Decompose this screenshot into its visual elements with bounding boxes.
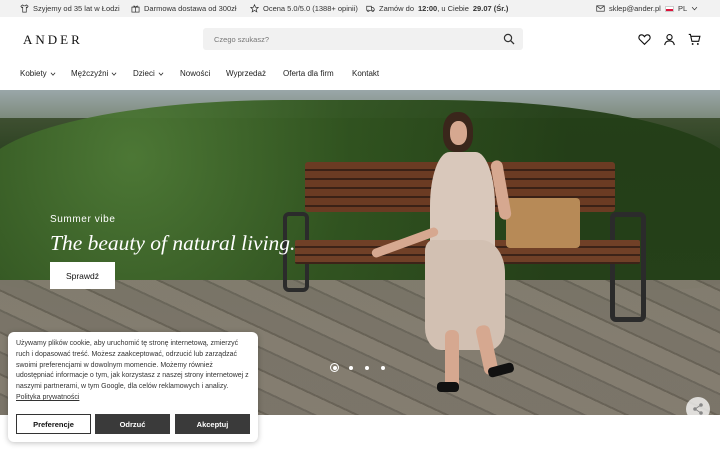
chevron-down-icon xyxy=(50,72,56,76)
cart-button[interactable] xyxy=(688,33,701,46)
topbar-item-order: Zamów do 12:00, u Ciebie 29.07 (Śr.) xyxy=(366,0,508,17)
chevron-down-icon xyxy=(158,72,164,76)
hero-cta-button[interactable]: Sprawdź xyxy=(50,262,115,289)
topbar-text-rating: Ocena 5.0/5.0 (1388+ opinii) xyxy=(263,4,358,13)
slider-dots xyxy=(330,363,387,372)
nav-label: Nowości xyxy=(180,69,211,78)
shirt-icon xyxy=(20,4,29,13)
topbar-text-sewing: Szyjemy od 35 lat w Łodzi xyxy=(33,4,120,13)
topbar-text-delivery: Darmowa dostawa od 300zł xyxy=(144,4,237,13)
search-input[interactable] xyxy=(203,28,493,50)
account-button[interactable] xyxy=(663,33,676,46)
main-navigation: Kobiety Mężczyźni Dzieci Nowości Wyprzed… xyxy=(0,63,720,89)
slider-dot[interactable] xyxy=(362,363,371,372)
cart-icon xyxy=(688,33,701,45)
model-leg xyxy=(445,330,459,390)
cookie-reject-button[interactable]: Odrzuć xyxy=(95,414,170,434)
search-icon[interactable] xyxy=(503,33,515,45)
chevron-down-icon xyxy=(111,72,117,76)
heart-icon xyxy=(638,34,651,46)
topbar-text-order-prefix: Zamów do xyxy=(379,4,415,13)
slider-dot[interactable] xyxy=(378,363,387,372)
cookie-text-block: Używamy plików cookie, aby uruchomić tę … xyxy=(16,339,252,404)
topbar-text-order-mid: , u Ciebie xyxy=(437,4,469,13)
top-info-bar: Szyjemy od 35 lat w Łodzi Darmowa dostaw… xyxy=(0,0,720,17)
header-icons xyxy=(638,33,701,46)
nav-label: Oferta dla firm xyxy=(283,69,334,78)
cookie-text: Używamy plików cookie, aby uruchomić tę … xyxy=(16,340,249,391)
nav-item-wyprzedaz[interactable]: Wyprzedaż xyxy=(226,69,266,78)
topbar-item-rating[interactable]: Ocena 5.0/5.0 (1388+ opinii) xyxy=(250,0,358,17)
bench-armrest xyxy=(610,212,646,322)
topbar-order-date: 29.07 (Śr.) xyxy=(472,4,509,13)
nav-label: Wyprzedaż xyxy=(226,69,266,78)
nav-label: Dzieci xyxy=(133,69,155,78)
nav-item-nowosci[interactable]: Nowości xyxy=(180,69,210,78)
cookie-consent-banner: Używamy plików cookie, aby uruchomić tę … xyxy=(8,332,258,442)
topbar-item-sewing: Szyjemy od 35 lat w Łodzi xyxy=(20,0,120,17)
nav-item-dzieci[interactable]: Dzieci xyxy=(133,69,164,78)
star-icon xyxy=(250,4,259,13)
truck-icon xyxy=(366,5,375,12)
mail-icon xyxy=(596,5,605,12)
cookie-accept-button[interactable]: Akceptuj xyxy=(175,414,250,434)
poland-flag-icon xyxy=(665,5,674,12)
model-dress-skirt xyxy=(425,240,505,350)
topbar-order-time: 12:00 xyxy=(418,4,438,13)
logo[interactable]: ANDER xyxy=(23,32,83,48)
hero-title: The beauty of natural living. xyxy=(50,231,296,255)
nav-item-oferta[interactable]: Oferta dla firm xyxy=(283,69,334,78)
topbar-email[interactable]: sklep@ander.pl xyxy=(596,0,661,17)
privacy-policy-link[interactable]: Polityka prywatności xyxy=(16,394,79,401)
nav-item-mezczyzni[interactable]: Mężczyźni xyxy=(71,69,117,78)
model-face xyxy=(450,121,467,145)
language-label: PL xyxy=(678,4,688,13)
user-icon xyxy=(664,34,675,46)
topbar-email-text: sklep@ander.pl xyxy=(609,4,661,13)
cookie-preferences-button[interactable]: Preferencje xyxy=(16,414,91,434)
nav-label: Kontakt xyxy=(352,69,380,78)
nav-label: Kobiety xyxy=(20,69,47,78)
share-icon xyxy=(693,403,703,415)
nav-item-kobiety[interactable]: Kobiety xyxy=(20,69,56,78)
site-header: ANDER xyxy=(0,17,720,63)
gift-icon xyxy=(131,5,140,13)
hero-kicker: Summer vibe xyxy=(50,214,116,225)
wishlist-button[interactable] xyxy=(638,33,651,46)
language-selector[interactable]: PL xyxy=(665,0,698,17)
nav-item-kontakt[interactable]: Kontakt xyxy=(352,69,379,78)
nav-label: Mężczyźni xyxy=(71,69,109,78)
straw-bag xyxy=(506,198,580,248)
topbar-item-delivery: Darmowa dostawa od 300zł xyxy=(131,0,237,17)
search-bar xyxy=(203,28,523,50)
slider-dot[interactable] xyxy=(346,363,355,372)
slider-dot[interactable] xyxy=(330,363,339,372)
share-button[interactable] xyxy=(686,397,710,415)
model-sandal xyxy=(437,382,459,392)
chevron-down-icon xyxy=(691,6,698,11)
